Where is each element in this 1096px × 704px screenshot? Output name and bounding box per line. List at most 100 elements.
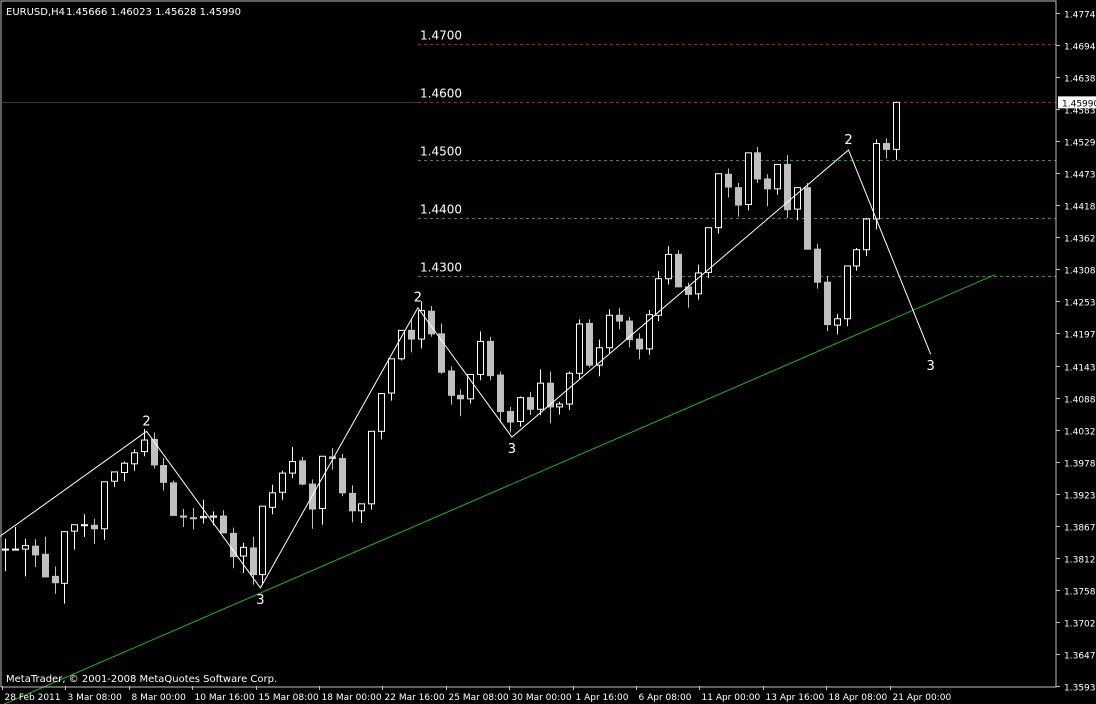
x-tick-label: 6 Apr 08:00 bbox=[639, 693, 692, 703]
wave-label: 3 bbox=[927, 359, 935, 374]
y-tick-label: 1.44180 bbox=[1064, 203, 1096, 213]
candle-body bbox=[527, 397, 534, 410]
candle-body bbox=[537, 382, 544, 410]
candle-body bbox=[250, 547, 257, 576]
candle bbox=[368, 430, 375, 510]
candle-body bbox=[725, 173, 732, 188]
candle-body bbox=[834, 318, 841, 326]
candle-body bbox=[269, 492, 276, 508]
candle-body bbox=[22, 545, 29, 550]
candle bbox=[566, 371, 573, 410]
candle bbox=[586, 319, 593, 368]
ohlc-header: 1.45666 1.46023 1.45628 1.45990 bbox=[66, 7, 241, 18]
candle-body bbox=[883, 143, 890, 150]
candle-body bbox=[814, 248, 821, 283]
candle-body bbox=[81, 524, 88, 527]
level-label: 1.4400 bbox=[420, 203, 462, 217]
candle-body bbox=[477, 340, 484, 375]
candle-body bbox=[12, 548, 19, 551]
candle bbox=[339, 453, 346, 497]
y-tick-label: 1.42530 bbox=[1064, 299, 1096, 309]
candle-body bbox=[101, 481, 108, 530]
y-tick-label: 1.46940 bbox=[1064, 43, 1096, 53]
candle bbox=[398, 329, 405, 361]
candle-body bbox=[408, 329, 415, 340]
y-tick-label: 1.40880 bbox=[1064, 396, 1096, 406]
candle-body bbox=[774, 163, 781, 190]
candle-body bbox=[715, 173, 722, 229]
chart-background bbox=[0, 0, 1096, 704]
candle-body bbox=[259, 505, 266, 576]
x-tick-label: 3 Mar 08:00 bbox=[68, 693, 123, 703]
wave-label: 2 bbox=[844, 133, 852, 148]
candle-body bbox=[220, 515, 227, 534]
wave-label: 3 bbox=[256, 593, 264, 608]
y-tick-label: 1.47740 bbox=[1064, 11, 1096, 21]
candle-body bbox=[457, 394, 464, 400]
candle bbox=[675, 250, 682, 288]
candle-body bbox=[309, 483, 316, 510]
candle bbox=[745, 152, 752, 211]
candle-body bbox=[794, 187, 801, 210]
candle-body bbox=[665, 253, 672, 280]
price-chart: 1.4700 1.4600 1.4500 1.4400 1.4300 2 3 2 3 2 3 1.… bbox=[0, 0, 1096, 704]
candle-body bbox=[735, 187, 742, 206]
candle-body bbox=[844, 265, 851, 320]
candle bbox=[873, 139, 880, 230]
candle bbox=[784, 155, 791, 218]
candle-body bbox=[873, 143, 880, 220]
candle-body bbox=[636, 338, 643, 350]
wave-label: 2 bbox=[142, 414, 150, 429]
y-tick-label: 1.40325 bbox=[1064, 428, 1096, 438]
x-tick-label: 18 Mar 00:00 bbox=[322, 693, 382, 703]
candle-body bbox=[32, 545, 39, 556]
x-tick-label: 10 Mar 16:00 bbox=[195, 693, 255, 703]
candle bbox=[467, 373, 474, 404]
candle-body bbox=[339, 458, 346, 494]
candle-body bbox=[240, 546, 247, 557]
x-tick-label: 18 Apr 08:00 bbox=[829, 693, 888, 703]
candle-body bbox=[200, 516, 207, 519]
candle-body bbox=[556, 403, 563, 408]
candle-body bbox=[745, 152, 752, 205]
candle bbox=[754, 147, 761, 184]
symbol-header: EURUSD,H4 bbox=[6, 7, 65, 18]
candle-body bbox=[705, 227, 712, 273]
candle-body bbox=[279, 472, 286, 493]
candle-body bbox=[2, 548, 9, 551]
candle-body bbox=[853, 249, 860, 267]
candle bbox=[259, 505, 266, 584]
candle-body bbox=[131, 452, 138, 465]
y-tick-label: 1.38120 bbox=[1064, 556, 1096, 566]
candle-body bbox=[91, 524, 98, 530]
x-tick-label: 1 Apr 16:00 bbox=[576, 693, 629, 703]
y-tick-label: 1.37580 bbox=[1064, 588, 1096, 598]
y-tick-label: 1.46385 bbox=[1064, 75, 1096, 85]
wave-label: 2 bbox=[414, 291, 422, 306]
candle-body bbox=[289, 460, 296, 474]
y-tick-label: 1.39230 bbox=[1064, 492, 1096, 502]
candle-body bbox=[111, 471, 118, 482]
candle-body bbox=[378, 393, 385, 432]
x-tick-label: 11 Apr 00:00 bbox=[702, 693, 761, 703]
candle-body bbox=[428, 310, 435, 335]
candle bbox=[299, 456, 306, 486]
candle-body bbox=[497, 374, 504, 413]
candle-body bbox=[141, 439, 148, 453]
y-tick-label: 1.41975 bbox=[1064, 331, 1096, 341]
candle-body bbox=[358, 503, 365, 512]
candle-body bbox=[764, 178, 771, 190]
y-tick-label: 1.43085 bbox=[1064, 267, 1096, 277]
candle bbox=[487, 336, 494, 381]
candle-body bbox=[448, 370, 455, 396]
level-label: 1.4500 bbox=[420, 145, 462, 159]
x-tick-label: 22 Mar 16:00 bbox=[385, 693, 445, 703]
candle-body bbox=[754, 152, 761, 180]
candle-body bbox=[121, 462, 128, 474]
candle-body bbox=[368, 430, 375, 505]
candle-body bbox=[180, 515, 187, 518]
current-price-label: 1.45990 bbox=[1062, 99, 1096, 109]
candle-body bbox=[42, 553, 49, 578]
candle-body bbox=[329, 456, 336, 460]
candle-body bbox=[349, 492, 356, 512]
